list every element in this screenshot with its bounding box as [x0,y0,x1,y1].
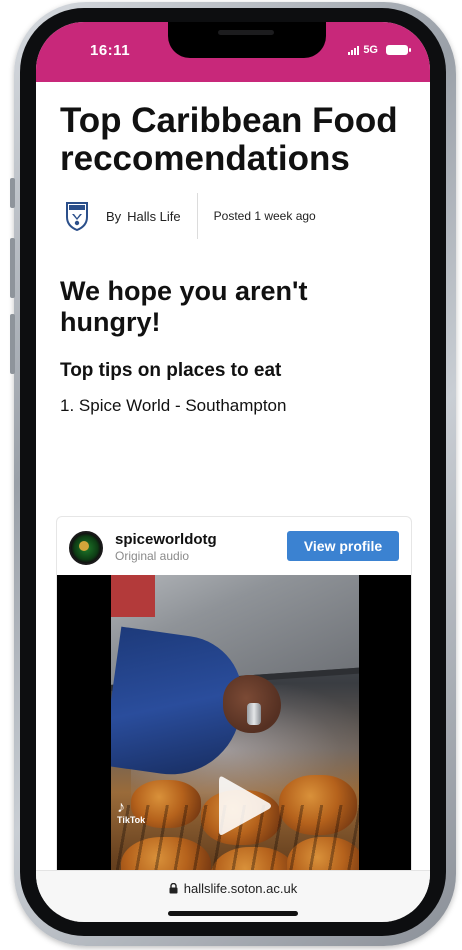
halls-life-shield-icon[interactable] [60,198,94,234]
article-title: Top Caribbean Food reccomendations [60,101,398,178]
byline-prefix: By [106,208,122,224]
side-button-mute [10,178,15,208]
list-item: 1. Spice World - Southampton [60,396,287,416]
phone-screen: 16:11 5G Top Caribbean Food reccomendati… [36,22,430,922]
posted-date: Posted 1 week ago [213,209,316,223]
article-subtitle: We hope you aren't hungry! [60,276,308,337]
lock-icon [169,883,178,894]
url-text: hallslife.soton.ac.uk [183,881,298,896]
tiktok-watermark-text: TikTok [117,815,146,825]
status-bar: 16:11 5G [36,22,430,82]
spray-bottle-image [247,703,261,725]
home-indicator[interactable] [168,911,298,916]
browser-address-bar[interactable]: hallslife.soton.ac.uk [36,870,430,922]
creator-avatar[interactable] [69,531,103,565]
article: Top Caribbean Food reccomendations By Ha… [60,82,412,416]
creator-username[interactable]: spiceworldotg [115,531,217,548]
side-button-volume-up [10,238,15,298]
byline-divider [196,193,198,239]
signal-icon [348,45,360,55]
section-heading: Top tips on places to eat [60,360,282,382]
author-link[interactable]: Halls Life [127,209,180,224]
embed-header: spiceworldotg Original audio View profil… [57,517,411,571]
status-indicators: 5G [348,44,411,56]
url-display[interactable]: hallslife.soton.ac.uk [36,881,430,896]
notch [168,22,326,58]
audio-label[interactable]: Original audio [115,549,189,563]
battery-icon [386,45,411,55]
tarp-image [111,575,155,617]
side-button-volume-down [10,314,15,374]
tiktok-embed[interactable]: spiceworldotg Original audio View profil… [56,516,412,922]
earpiece-speaker [218,30,274,35]
status-time: 16:11 [90,42,131,59]
play-icon[interactable] [211,771,275,841]
tiktok-logo-icon: ♪ [117,799,125,816]
view-profile-button[interactable]: View profile [287,531,399,561]
tiktok-watermark: ♪ TikTok [117,799,146,826]
network-label: 5G [363,44,378,56]
byline: By Halls Life Posted 1 week ago [60,192,412,240]
